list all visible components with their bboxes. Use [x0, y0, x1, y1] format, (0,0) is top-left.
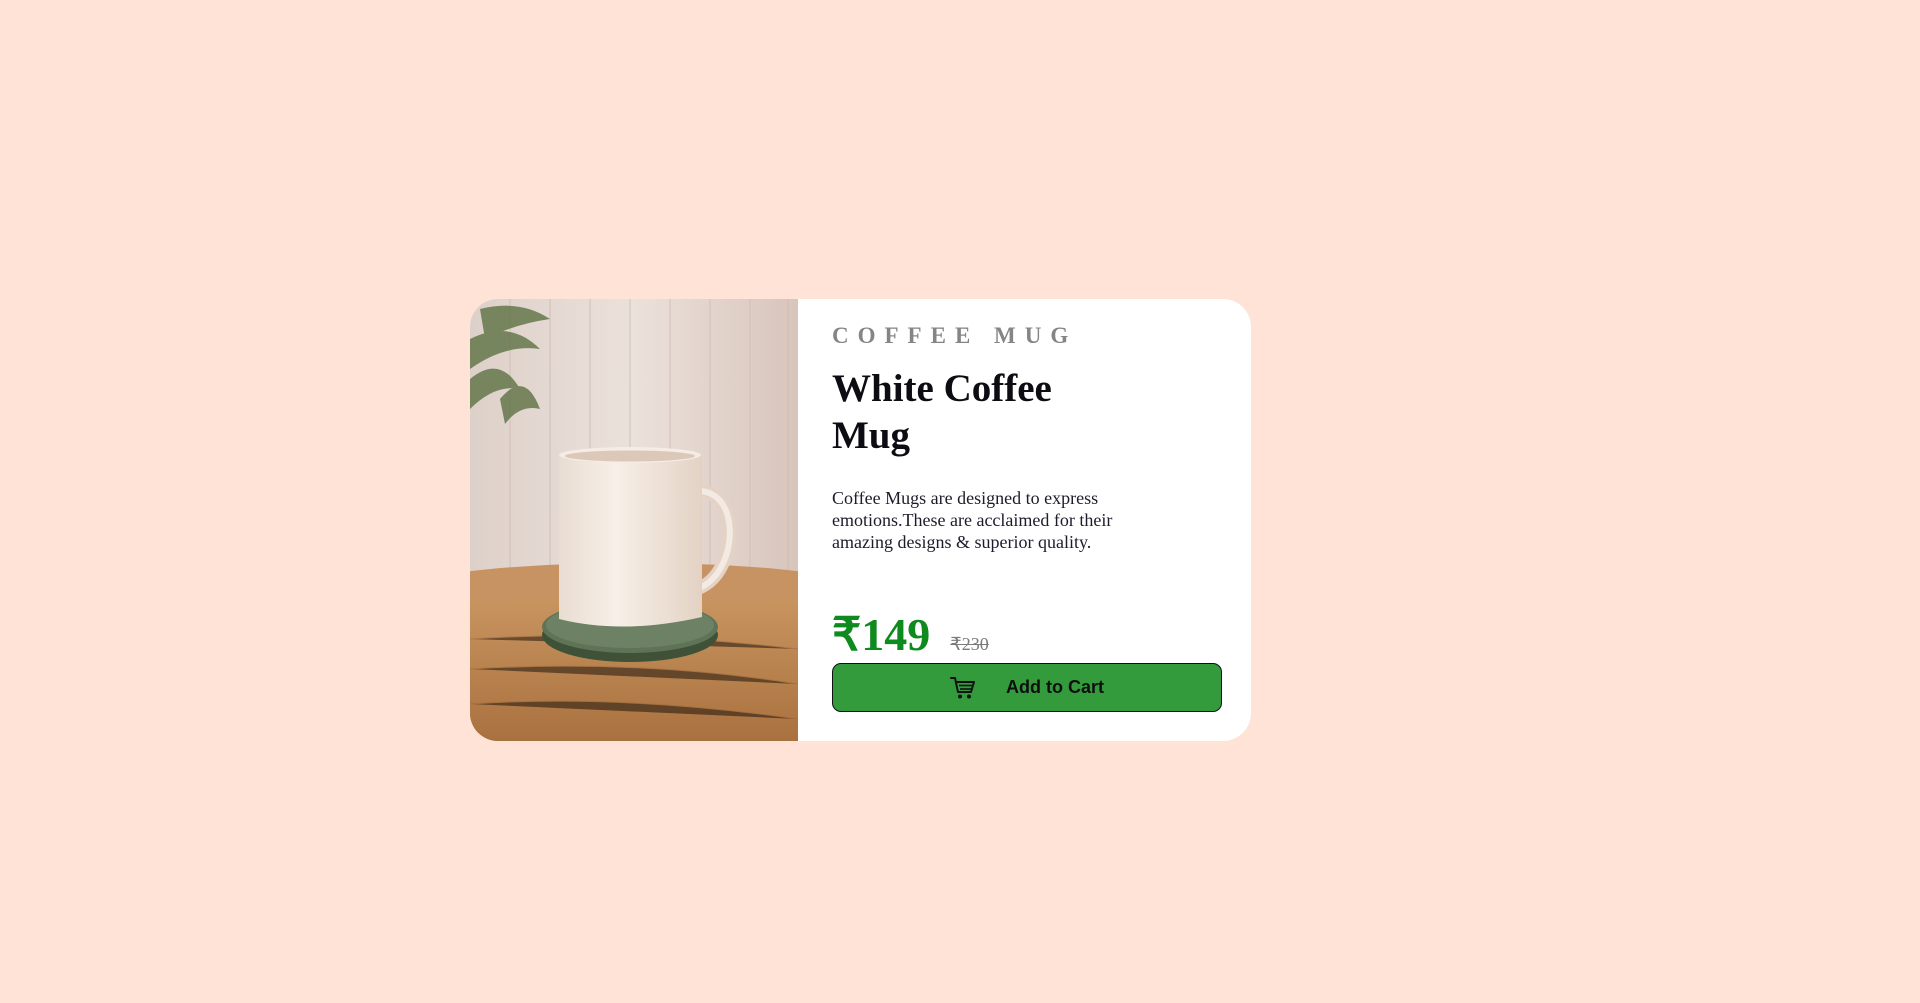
shopping-cart-icon — [950, 676, 976, 700]
product-image — [470, 299, 798, 741]
mug-photo-illustration — [470, 299, 798, 741]
add-to-cart-button[interactable]: Add to Cart — [832, 663, 1222, 712]
product-category: COFFEE MUG — [832, 323, 1078, 348]
product-info: COFFEE MUG White Coffee Mug Coffee Mugs … — [798, 299, 1251, 741]
original-price: ₹230 — [950, 634, 989, 654]
current-price: ₹149 — [832, 609, 931, 660]
price-row: ₹149 ₹230 — [832, 607, 989, 661]
product-card: COFFEE MUG White Coffee Mug Coffee Mugs … — [470, 299, 1251, 741]
product-title: White Coffee Mug — [832, 367, 1052, 457]
product-description: Coffee Mugs are designed to express emot… — [832, 488, 1113, 552]
add-to-cart-label: Add to Cart — [1006, 677, 1104, 697]
